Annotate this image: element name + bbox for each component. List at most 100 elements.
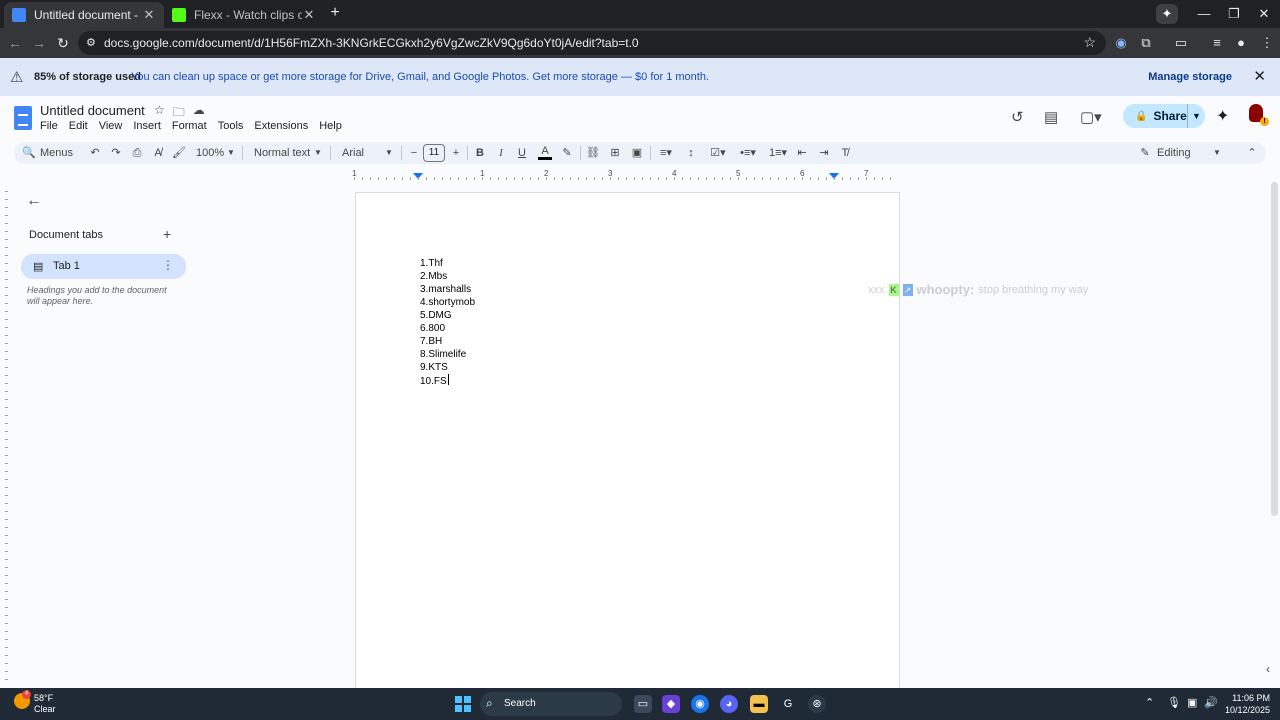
close-tab-icon[interactable]: ✕ xyxy=(302,7,316,23)
chevron-down-icon[interactable]: ▼ xyxy=(1213,145,1221,161)
menu-help[interactable]: Help xyxy=(319,120,342,132)
storage-message-link[interactable]: You can clean up space or get more stora… xyxy=(131,71,709,83)
site-info-icon[interactable]: ⚙ xyxy=(86,36,96,49)
back-arrow-icon[interactable]: ← xyxy=(26,192,42,210)
more-options-icon[interactable]: ⋮ xyxy=(162,258,174,272)
back-icon[interactable]: ← xyxy=(6,34,24,52)
windows-start-icon[interactable] xyxy=(455,696,471,712)
scrollbar[interactable] xyxy=(1271,182,1278,516)
checklist-icon[interactable]: ☑▾ xyxy=(706,145,730,161)
comments-icon[interactable]: ▤ xyxy=(1044,108,1058,126)
chevron-down-icon[interactable]: ▼ xyxy=(314,145,322,161)
weather-condition[interactable]: Clear xyxy=(34,704,56,714)
forward-icon[interactable]: → xyxy=(30,34,48,52)
redo-icon[interactable]: ↷ xyxy=(109,145,123,161)
chrome-icon[interactable]: ◉ xyxy=(691,695,709,713)
extensions-puzzle-icon[interactable]: ⧉ xyxy=(1137,34,1155,52)
search-menus-label[interactable]: Menus xyxy=(40,145,73,161)
insert-link-icon[interactable]: ⛓ xyxy=(586,145,600,161)
network-icon[interactable]: ▣ xyxy=(1187,696,1197,709)
add-comment-icon[interactable]: ⊞ xyxy=(608,145,622,161)
clock-time[interactable]: 11:06 PM xyxy=(1228,693,1270,703)
italic-icon[interactable]: I xyxy=(495,145,507,161)
user-avatar[interactable]: ! xyxy=(1247,104,1269,126)
editing-mode-select[interactable]: Editing xyxy=(1157,145,1191,161)
task-view-icon[interactable]: ▭ xyxy=(634,695,652,713)
manage-storage-button[interactable]: Manage storage xyxy=(1148,71,1232,83)
minimize-button[interactable]: — xyxy=(1196,6,1212,21)
bold-icon[interactable]: B xyxy=(474,145,486,161)
menu-tools[interactable]: Tools xyxy=(218,120,244,132)
media-icon[interactable]: ≡ xyxy=(1208,34,1226,52)
menu-format[interactable]: Format xyxy=(172,120,207,132)
text-color-icon[interactable]: A xyxy=(538,145,552,160)
share-dropdown-icon[interactable]: ▼ xyxy=(1187,104,1205,128)
pencil-icon[interactable]: ✎ xyxy=(1138,145,1152,161)
gemini-sparkle-icon[interactable]: ✦ xyxy=(1216,106,1229,126)
numbered-list-icon[interactable]: 1≡▾ xyxy=(766,145,790,161)
profile-avatar[interactable]: ● xyxy=(1232,34,1250,52)
menu-view[interactable]: View xyxy=(99,120,123,132)
chevron-down-icon[interactable]: ▼ xyxy=(385,145,393,161)
close-window-button[interactable]: ✕ xyxy=(1256,6,1272,22)
print-icon[interactable]: ⎙ xyxy=(130,145,144,161)
line-spacing-icon[interactable]: ↕ xyxy=(684,145,698,161)
meet-icon[interactable]: ▢▾ xyxy=(1080,108,1102,126)
bookmark-star-icon[interactable]: ☆ xyxy=(1083,34,1096,51)
app-icon[interactable]: G xyxy=(779,695,797,713)
hide-menus-icon[interactable]: ⌃ xyxy=(1246,145,1258,161)
align-icon[interactable]: ≡▾ xyxy=(656,145,676,161)
decrease-font-size-icon[interactable]: − xyxy=(408,145,420,161)
close-tab-icon[interactable]: ✕ xyxy=(142,7,156,23)
document-page[interactable]: 1.Thf 2.Mbs 3.marshalls 4.shortymob 5.DM… xyxy=(355,192,900,688)
menu-insert[interactable]: Insert xyxy=(133,120,161,132)
close-banner-icon[interactable]: ✕ xyxy=(1253,67,1266,85)
search-menus-icon[interactable]: 🔍 xyxy=(22,145,36,161)
clear-formatting-icon[interactable]: T̸ xyxy=(838,145,852,161)
weather-temp[interactable]: 58°F xyxy=(34,693,53,703)
new-tab-button[interactable]: + xyxy=(326,4,344,22)
menu-extensions[interactable]: Extensions xyxy=(254,120,308,132)
add-tab-icon[interactable]: + xyxy=(163,226,171,242)
spellcheck-icon[interactable]: A̸ xyxy=(151,145,165,161)
tray-expand-icon[interactable]: ⌃ xyxy=(1145,696,1154,709)
font-select[interactable]: Arial xyxy=(342,145,364,161)
highlight-color-icon[interactable]: ✎ xyxy=(560,145,574,161)
zoom-select[interactable]: 100% xyxy=(196,145,224,161)
discord-icon[interactable]: ◕ xyxy=(720,695,738,713)
bulleted-list-icon[interactable]: •≡▾ xyxy=(736,145,760,161)
document-title[interactable]: Untitled document xyxy=(40,103,145,118)
paragraph-style-select[interactable]: Normal text xyxy=(254,145,310,161)
reload-icon[interactable]: ↻ xyxy=(54,34,72,52)
increase-indent-icon[interactable]: ⇥ xyxy=(817,145,831,161)
microphone-icon[interactable]: 🎙 xyxy=(1167,696,1181,709)
clock-date[interactable]: 10/12/2025 xyxy=(1220,705,1270,715)
paint-format-icon[interactable]: 🖌 xyxy=(172,145,186,161)
extension-icon[interactable]: ◉ xyxy=(1112,34,1130,52)
cast-icon[interactable]: ▭ xyxy=(1172,34,1190,52)
increase-font-size-icon[interactable]: + xyxy=(450,145,462,161)
volume-icon[interactable]: 🔊 xyxy=(1204,696,1218,709)
document-body[interactable]: 1.Thf 2.Mbs 3.marshalls 4.shortymob 5.DM… xyxy=(420,257,475,388)
tab-google-docs[interactable]: Untitled document - Google Do ✕ xyxy=(4,2,164,28)
insert-image-icon[interactable]: ▣ xyxy=(630,145,644,161)
chevron-down-icon[interactable]: ▼ xyxy=(227,145,235,161)
taskbar-search[interactable]: ⌕ Search xyxy=(480,692,622,716)
font-size-input[interactable]: 11 xyxy=(423,144,445,162)
menu-file[interactable]: File xyxy=(40,120,58,132)
undo-icon[interactable]: ↶ xyxy=(88,145,102,161)
version-history-icon[interactable]: ↺ xyxy=(1011,108,1024,126)
expand-side-panel-icon[interactable]: ‹ xyxy=(1266,662,1270,676)
sidebar-tab-1[interactable]: ▤ Tab 1 ⋮ xyxy=(21,254,186,279)
gemini-icon[interactable]: ✦ xyxy=(1156,4,1178,24)
horizontal-ruler[interactable]: 1 1 2 3 4 5 6 7 xyxy=(352,169,900,181)
maximize-button[interactable]: ❐ xyxy=(1226,6,1242,22)
tab-kick[interactable]: Flexx - Watch clips on Kick ✕ xyxy=(164,2,324,28)
google-docs-logo-icon[interactable] xyxy=(14,106,32,130)
underline-icon[interactable]: U xyxy=(516,145,528,161)
copilot-icon[interactable]: ◆ xyxy=(662,695,680,713)
decrease-indent-icon[interactable]: ⇤ xyxy=(795,145,809,161)
file-explorer-icon[interactable]: ▬ xyxy=(750,695,768,713)
omnibox[interactable]: ⚙ docs.google.com/document/d/1H56FmZXh-3… xyxy=(78,31,1106,55)
share-button[interactable]: 🔒 Share ▼ xyxy=(1123,104,1205,128)
